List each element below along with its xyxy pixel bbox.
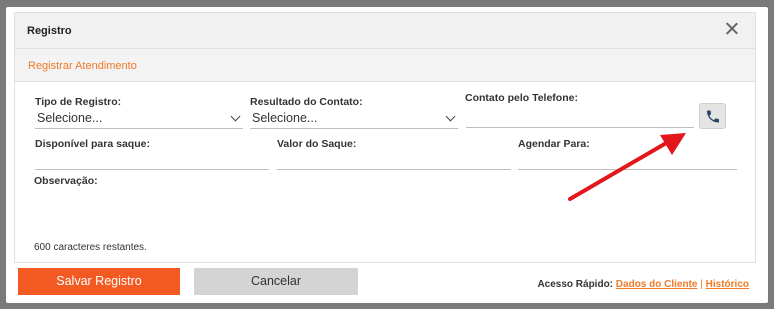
modal-header: Registro <box>14 12 756 48</box>
tipo-registro-value: Selecione... <box>37 111 103 125</box>
tipo-registro-select[interactable]: Selecione... <box>35 109 243 129</box>
quick-access-label: Acesso Rápido: <box>537 279 614 290</box>
chars-remaining: 600 caracteres restantes. <box>34 242 147 253</box>
resultado-contato-label: Resultado do Contato: <box>250 96 363 108</box>
quick-access: Acesso Rápido: Dados do Cliente | Histór… <box>537 279 749 290</box>
link-separator: | <box>700 279 703 290</box>
section-header: Registrar Atendimento <box>14 48 756 82</box>
annotation-arrow <box>568 133 686 201</box>
disponivel-saque-input[interactable] <box>35 150 269 170</box>
valor-saque-label: Valor do Saque: <box>277 138 357 150</box>
resultado-contato-value: Selecione... <box>252 111 318 125</box>
tipo-registro-label: Tipo de Registro: <box>35 96 122 108</box>
resultado-contato-select[interactable]: Selecione... <box>250 109 458 129</box>
valor-saque-input[interactable] <box>277 150 511 170</box>
contato-telefone-label: Contato pelo Telefone: <box>465 92 578 104</box>
close-icon[interactable] <box>723 20 741 38</box>
section-title: Registrar Atendimento <box>28 60 137 72</box>
chevron-down-icon <box>230 111 241 122</box>
phone-icon <box>707 110 719 123</box>
phone-call-button[interactable] <box>699 103 726 129</box>
cancel-button[interactable]: Cancelar <box>194 268 358 295</box>
observacao-label: Observação: <box>34 175 98 187</box>
modal-title: Registro <box>27 25 72 37</box>
link-historico[interactable]: Histórico <box>706 279 749 290</box>
chevron-down-icon <box>445 111 456 122</box>
disponivel-saque-label: Disponível para saque: <box>35 138 150 150</box>
link-dados-cliente[interactable]: Dados do Cliente <box>616 279 698 290</box>
save-button[interactable]: Salvar Registro <box>18 268 180 295</box>
